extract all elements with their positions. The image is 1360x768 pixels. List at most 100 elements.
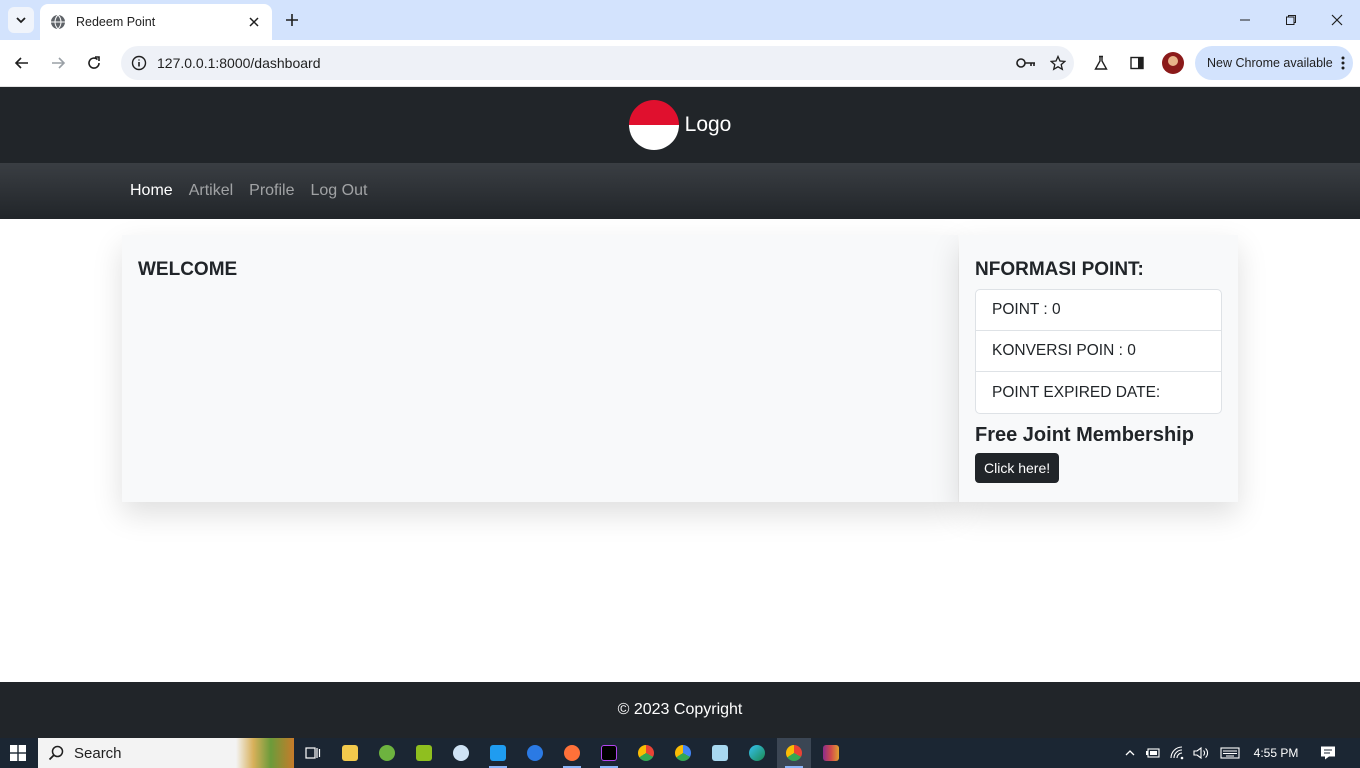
point-value-item: POINT : 0 xyxy=(976,290,1221,331)
membership-click-here-button[interactable]: Click here! xyxy=(975,453,1060,483)
edge-icon xyxy=(749,745,765,761)
plus-icon xyxy=(286,14,298,26)
address-bar[interactable]: 127.0.0.1:8000/dashboard xyxy=(121,46,1074,80)
new-tab-button[interactable] xyxy=(278,6,306,34)
taskbar-lambda-app[interactable] xyxy=(407,738,441,768)
tray-volume[interactable] xyxy=(1190,738,1212,768)
notification-icon xyxy=(1321,746,1335,760)
more-vert-icon xyxy=(1341,56,1345,70)
firefox-dev-icon xyxy=(527,745,543,761)
tab-title: Redeem Point xyxy=(76,15,156,29)
tray-battery[interactable] xyxy=(1142,738,1164,768)
windows-logo-icon xyxy=(10,745,26,761)
password-key-button[interactable] xyxy=(1010,46,1042,80)
close-icon xyxy=(249,17,259,27)
site-info-button[interactable] xyxy=(123,46,155,80)
action-center-button[interactable] xyxy=(1316,738,1340,768)
membership-heading: Free Joint Membership xyxy=(975,424,1194,446)
notepad-icon xyxy=(712,745,728,761)
folder-icon xyxy=(342,745,358,761)
chrome-icon xyxy=(638,745,654,761)
taskbar-winrar[interactable] xyxy=(814,738,848,768)
taskbar-notepad[interactable] xyxy=(703,738,737,768)
keyboard-icon xyxy=(1220,747,1240,759)
search-highlight-image xyxy=(236,738,294,768)
taskbar-firefox[interactable] xyxy=(555,738,589,768)
chevron-down-icon xyxy=(16,17,26,24)
taskbar-edge[interactable] xyxy=(740,738,774,768)
taskbar-chrome-dev[interactable] xyxy=(629,738,663,768)
nav-home[interactable]: Home xyxy=(130,182,173,200)
flask-icon xyxy=(1094,55,1108,70)
search-icon xyxy=(48,745,64,761)
lambda-icon xyxy=(416,745,432,761)
point-conversion-item: KONVERSI POIN : 0 xyxy=(976,331,1221,372)
minimize-icon xyxy=(1240,19,1250,21)
arrow-left-icon xyxy=(14,57,28,69)
taskbar-file-explorer[interactable] xyxy=(333,738,367,768)
tab-search-button[interactable] xyxy=(8,7,34,33)
site-header: Logo xyxy=(0,87,1360,163)
nav-log-out[interactable]: Log Out xyxy=(311,182,368,200)
taskbar-search-label: Search xyxy=(74,744,122,762)
reload-icon xyxy=(88,56,100,69)
taskbar-spring-app[interactable] xyxy=(370,738,404,768)
speaker-icon xyxy=(1193,746,1208,760)
close-icon xyxy=(1331,14,1343,26)
side-panel-icon xyxy=(1130,56,1144,70)
point-info-card: NFORMASI POINT: POINT : 0 KONVERSI POIN … xyxy=(959,235,1238,502)
forward-button[interactable] xyxy=(43,48,73,78)
chrome-canary-icon xyxy=(675,745,691,761)
battery-icon xyxy=(1146,748,1160,758)
taskbar-search-box[interactable]: Search xyxy=(38,738,294,768)
logo-text[interactable]: Logo xyxy=(685,113,732,137)
profile-avatar[interactable] xyxy=(1162,52,1184,74)
copyright-text: © 2023 Copyright xyxy=(617,701,743,718)
reload-button[interactable] xyxy=(79,48,109,78)
point-info-heading: NFORMASI POINT: xyxy=(975,259,1144,280)
new-chrome-label: New Chrome available xyxy=(1207,56,1333,70)
globe-icon xyxy=(51,14,65,30)
nav-artikel[interactable]: Artikel xyxy=(189,182,233,200)
start-button[interactable] xyxy=(0,738,36,768)
taskbar-chrome[interactable] xyxy=(777,738,811,768)
vscode-icon xyxy=(490,745,506,761)
tray-keyboard[interactable] xyxy=(1218,738,1242,768)
tab-close-button[interactable] xyxy=(246,14,262,30)
taskbar-phpstorm[interactable] xyxy=(592,738,626,768)
taskbar-app-circle[interactable] xyxy=(444,738,478,768)
winrar-icon xyxy=(823,745,839,761)
tray-show-hidden-button[interactable] xyxy=(1119,738,1141,768)
chevron-up-icon xyxy=(1125,750,1135,756)
key-icon xyxy=(1016,58,1035,68)
tray-wifi[interactable] xyxy=(1167,738,1189,768)
browser-tab-strip: Redeem Point xyxy=(0,0,1360,40)
app-circle-icon xyxy=(453,745,469,761)
taskbar-chrome-canary[interactable] xyxy=(666,738,700,768)
bookmark-button[interactable] xyxy=(1042,46,1074,80)
star-icon xyxy=(1050,55,1066,71)
logo-flag-icon xyxy=(628,100,679,150)
task-view-button[interactable] xyxy=(296,738,330,768)
restore-icon xyxy=(1286,15,1296,25)
close-window-button[interactable] xyxy=(1314,0,1360,40)
back-button[interactable] xyxy=(7,48,37,78)
taskbar-firefox-dev[interactable] xyxy=(518,738,552,768)
taskbar-vscode[interactable] xyxy=(481,738,515,768)
task-view-icon xyxy=(305,747,321,759)
site-footer: © 2023 Copyright xyxy=(0,682,1360,738)
phpstorm-icon xyxy=(601,745,617,761)
taskbar-clock[interactable]: 4:55 PM xyxy=(1244,738,1308,768)
side-panel-button[interactable] xyxy=(1122,48,1152,78)
restore-button[interactable] xyxy=(1268,0,1314,40)
browser-toolbar: 127.0.0.1:8000/dashboard New Chrome avai… xyxy=(0,40,1360,87)
labs-button[interactable] xyxy=(1086,48,1116,78)
browser-tab[interactable]: Redeem Point xyxy=(40,4,272,40)
chrome-icon xyxy=(786,745,802,761)
new-chrome-available-button[interactable]: New Chrome available xyxy=(1195,46,1353,80)
point-info-list: POINT : 0 KONVERSI POIN : 0 POINT EXPIRE… xyxy=(975,289,1222,414)
minimize-button[interactable] xyxy=(1222,0,1268,40)
url-text: 127.0.0.1:8000/dashboard xyxy=(157,55,321,71)
firefox-icon xyxy=(564,745,580,761)
nav-profile[interactable]: Profile xyxy=(249,182,294,200)
